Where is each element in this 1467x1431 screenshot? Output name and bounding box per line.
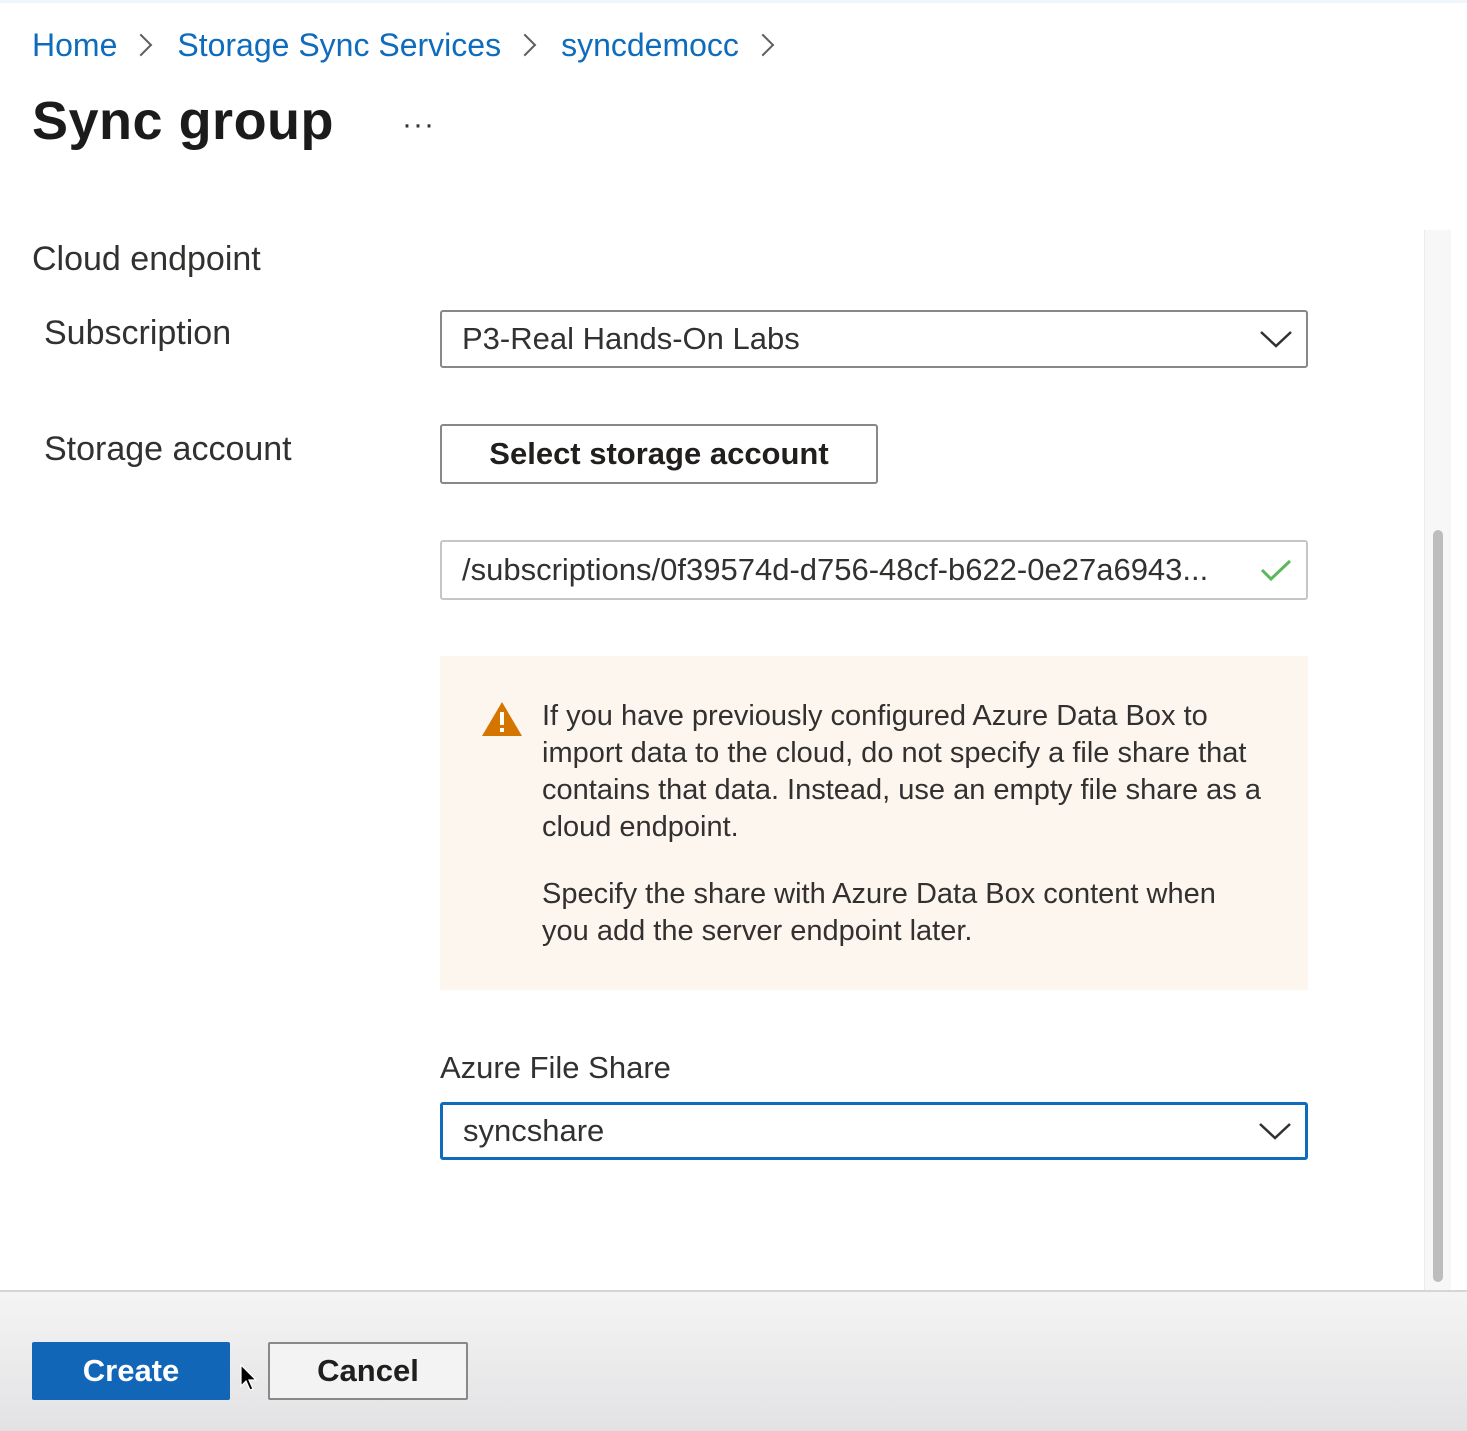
top-accent-line bbox=[0, 0, 1467, 3]
storage-account-label: Storage account bbox=[44, 430, 292, 468]
warning-text-paragraph-2: Specify the share with Azure Data Box co… bbox=[542, 878, 1216, 947]
warning-text-paragraph-1: If you have previously configured Azure … bbox=[542, 700, 1261, 843]
azure-file-share-value: syncshare bbox=[463, 1113, 605, 1148]
section-label-cloud-endpoint: Cloud endpoint bbox=[32, 240, 261, 278]
checkmark-icon bbox=[1246, 557, 1306, 583]
chevron-down-icon bbox=[1245, 1105, 1305, 1157]
chevron-down-icon bbox=[1246, 312, 1306, 366]
chevron-right-icon bbox=[130, 33, 153, 57]
azure-file-share-dropdown[interactable]: syncshare bbox=[440, 1102, 1308, 1160]
chevron-right-icon bbox=[751, 33, 775, 57]
scrollbar-thumb[interactable] bbox=[1433, 530, 1443, 1282]
subscription-dropdown[interactable]: P3-Real Hands-On Labs bbox=[440, 310, 1308, 368]
breadcrumb-storage-sync-services[interactable]: Storage Sync Services bbox=[177, 27, 501, 64]
mouse-pointer-icon bbox=[240, 1363, 258, 1397]
breadcrumb-syncdemocc[interactable]: syncdemocc bbox=[561, 27, 739, 64]
subscription-label: Subscription bbox=[44, 314, 232, 352]
breadcrumb-home[interactable]: Home bbox=[32, 27, 117, 64]
storage-account-field[interactable]: /subscriptions/0f39574d-d756-48cf-b622-0… bbox=[440, 540, 1308, 600]
storage-account-value: /subscriptions/0f39574d-d756-48cf-b622-0… bbox=[462, 552, 1209, 587]
warning-triangle-icon bbox=[480, 700, 524, 743]
create-button[interactable]: Create bbox=[32, 1342, 230, 1400]
page-title: Sync group bbox=[32, 91, 335, 151]
sync-group-page: Home Storage Sync Services syncdemocc Sy… bbox=[0, 0, 1467, 1431]
subscription-value: P3-Real Hands-On Labs bbox=[462, 321, 800, 356]
chevron-right-icon bbox=[513, 33, 537, 57]
select-storage-account-button[interactable]: Select storage account bbox=[440, 424, 878, 484]
breadcrumb: Home Storage Sync Services syncdemocc bbox=[32, 22, 799, 68]
warning-message-box: If you have previously configured Azure … bbox=[440, 656, 1308, 990]
cancel-button[interactable]: Cancel bbox=[268, 1342, 468, 1400]
more-options-button[interactable]: ··· bbox=[402, 108, 435, 142]
azure-file-share-label: Azure File Share bbox=[440, 1050, 671, 1085]
